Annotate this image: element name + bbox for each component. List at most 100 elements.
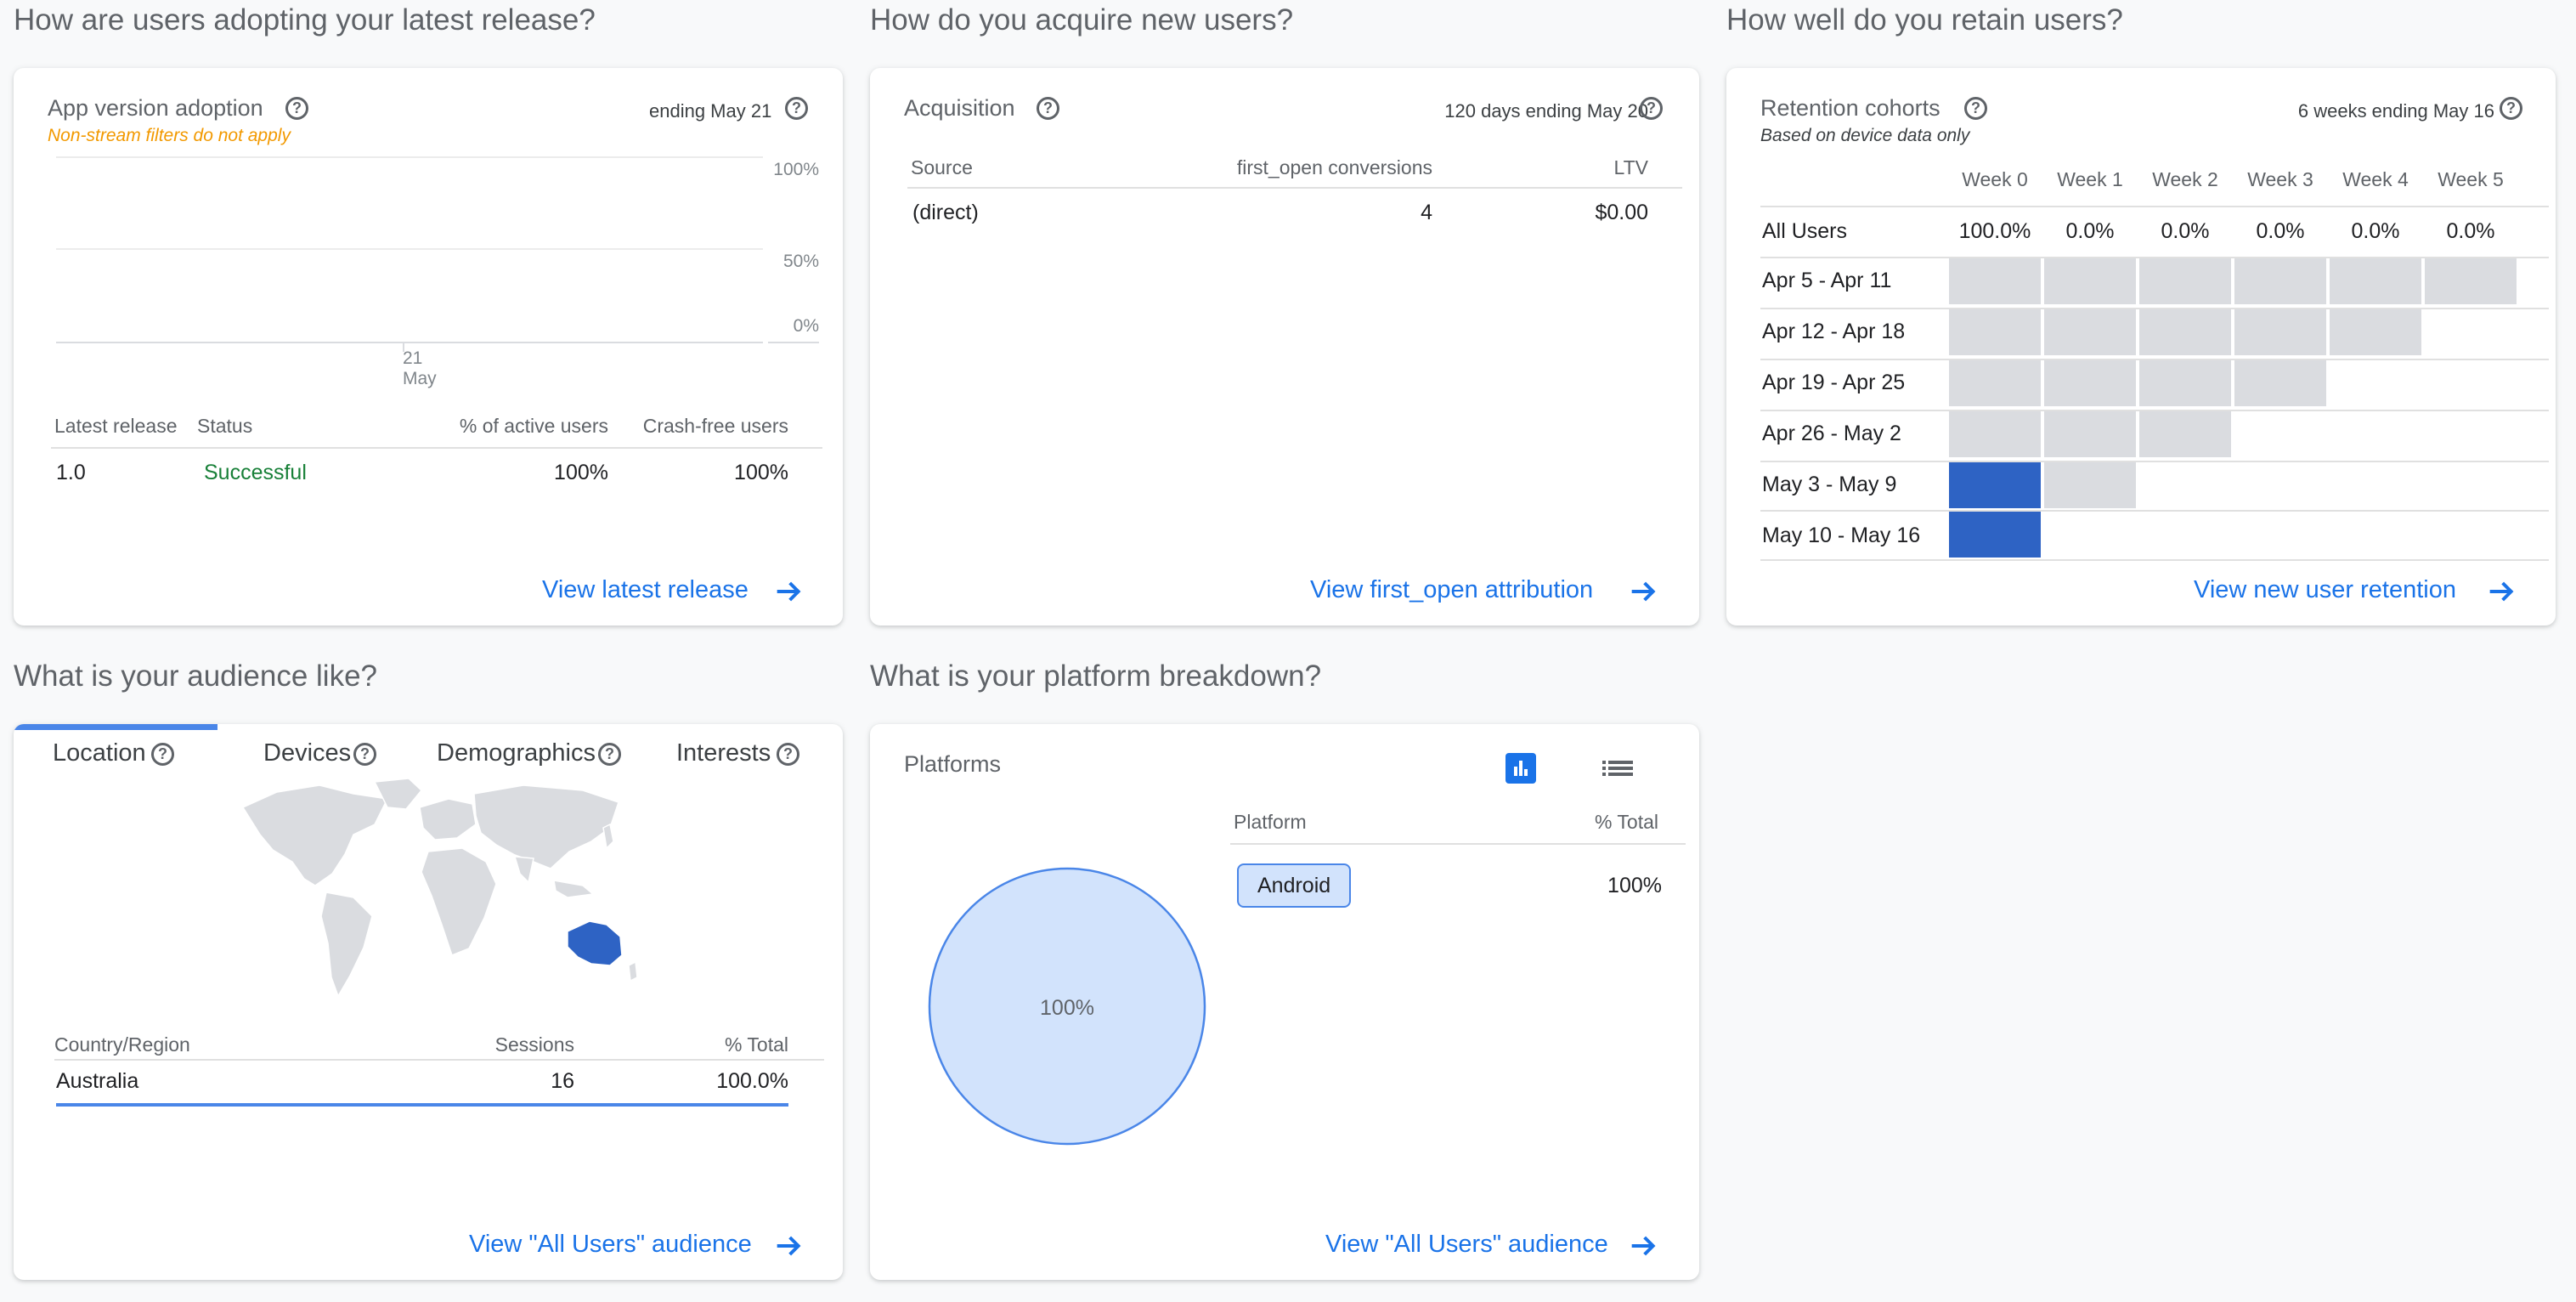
retention-cohorts-card: Retention cohorts ? 6 weeks ending May 1… [1726,68,2556,626]
gridline [56,156,763,158]
subtitle: Based on device data only [1760,126,1970,145]
cohort-cell [2044,411,2136,457]
sessions-cell: 16 [551,1069,574,1093]
divider [1230,843,1686,845]
tab-devices[interactable]: Devices [263,739,351,767]
card-title: App version adoption [48,95,263,121]
week-header: Week 1 [2057,168,2123,190]
retention-value: 100.0% [1958,219,2031,243]
cohort-label: May 3 - May 9 [1762,473,1897,496]
divider [1760,510,2549,512]
cohort-cell [2330,309,2421,355]
view-first-open-attribution-link[interactable]: View first_open attribution [1310,576,1593,604]
retention-value: 0.0% [2256,219,2305,243]
column-header: Latest release [54,415,178,437]
y-tick: 0% [793,316,819,336]
cohort-cell [2139,258,2231,304]
arrow-right-icon[interactable] [771,575,805,609]
tab-location[interactable]: Location [53,739,146,767]
column-header: Crash-free users [642,415,788,437]
column-header: first_open conversions [1236,156,1432,178]
platform-pie-chart: 100% [928,867,1206,1146]
week-header: Week 0 [1962,168,2028,190]
cohort-cell [1949,512,2041,558]
world-map [241,778,638,998]
view-latest-release-link[interactable]: View latest release [542,576,749,604]
active-users-pct: 100% [554,461,608,484]
total-cell: 100.0% [716,1069,788,1093]
help-icon[interactable]: ? [1037,97,1059,120]
help-icon[interactable]: ? [285,97,308,120]
crash-free-pct: 100% [734,461,788,484]
cohort-cell [2044,258,2136,304]
pie-slice-label: 100% [1040,996,1094,1020]
platform-chip-android[interactable]: Android [1237,863,1352,908]
column-header: Country/Region [54,1033,190,1056]
ltv-cell: $0.00 [1595,201,1648,224]
help-icon[interactable]: ? [151,743,174,766]
date-range: ending May 21 [649,100,772,122]
divider [1760,461,2549,462]
column-header: LTV [1613,156,1648,178]
release-version: 1.0 [56,461,86,484]
cohort-cell [2139,360,2231,406]
tab-interests[interactable]: Interests [676,739,771,767]
gridline [768,342,819,343]
section-title-acquisition: How do you acquire new users? [870,3,1294,37]
help-icon[interactable]: ? [1640,97,1663,120]
section-title-adoption: How are users adopting your latest relea… [14,3,596,37]
week-header: Week 5 [2438,168,2504,190]
cohort-cell [2044,462,2136,508]
view-new-user-retention-link[interactable]: View new user retention [2194,576,2456,604]
retention-value: 0.0% [2351,219,2400,243]
filter-warning: Non-stream filters do not apply [48,126,291,145]
divider [51,447,822,449]
cohort-label: Apr 26 - May 2 [1762,422,1901,445]
column-header: % Total [724,1033,788,1056]
card-title: Platforms [904,751,1002,777]
week-header: Week 4 [2342,168,2409,190]
arrow-right-icon[interactable] [1626,575,1660,609]
divider [1760,559,2549,561]
section-title-retention: How well do you retain users? [1726,3,2123,37]
audience-card: Location ? Devices ? Demographics ? Inte… [14,724,843,1280]
cohort-label: Apr 12 - Apr 18 [1762,320,1906,343]
all-users-label: All Users [1762,219,1848,243]
x-tick-month: May [403,369,437,388]
cohort-cell [2139,309,2231,355]
cohort-cell [1949,462,2041,508]
cohort-label: May 10 - May 16 [1762,524,1921,547]
retention-value: 0.0% [2161,219,2210,243]
view-all-users-audience-link[interactable]: View "All Users" audience [1325,1231,1608,1259]
list-icon[interactable] [1601,753,1635,784]
divider [54,1059,824,1061]
help-icon[interactable]: ? [2500,97,2522,120]
column-header: % of active users [459,415,608,437]
status-badge: Successful [204,461,307,484]
bar-chart-icon[interactable] [1505,753,1536,784]
app-version-adoption-card: App version adoption ? ending May 21 ? N… [14,68,843,626]
active-tab-indicator [14,724,217,730]
column-header: % Total [1594,811,1658,833]
view-all-users-audience-link[interactable]: View "All Users" audience [469,1231,752,1259]
help-icon[interactable]: ? [785,97,808,120]
help-icon[interactable]: ? [598,743,621,766]
column-header: Status [197,415,253,437]
arrow-right-icon[interactable] [771,1229,805,1263]
cohort-cell [2330,258,2421,304]
arrow-right-icon[interactable] [2484,575,2518,609]
arrow-right-icon[interactable] [1626,1229,1660,1263]
australia-region [567,920,623,966]
help-icon[interactable]: ? [353,743,376,766]
cohort-cell [2234,309,2326,355]
help-icon[interactable]: ? [777,743,799,766]
cohort-cell [2234,360,2326,406]
gridline [56,342,763,343]
tab-demographics[interactable]: Demographics [437,739,596,767]
help-icon[interactable]: ? [1964,97,1987,120]
card-title: Acquisition [904,95,1015,121]
y-tick: 100% [773,160,819,179]
cohort-cell [1949,411,2041,457]
share-bar [56,1103,788,1107]
gridline [56,248,763,250]
